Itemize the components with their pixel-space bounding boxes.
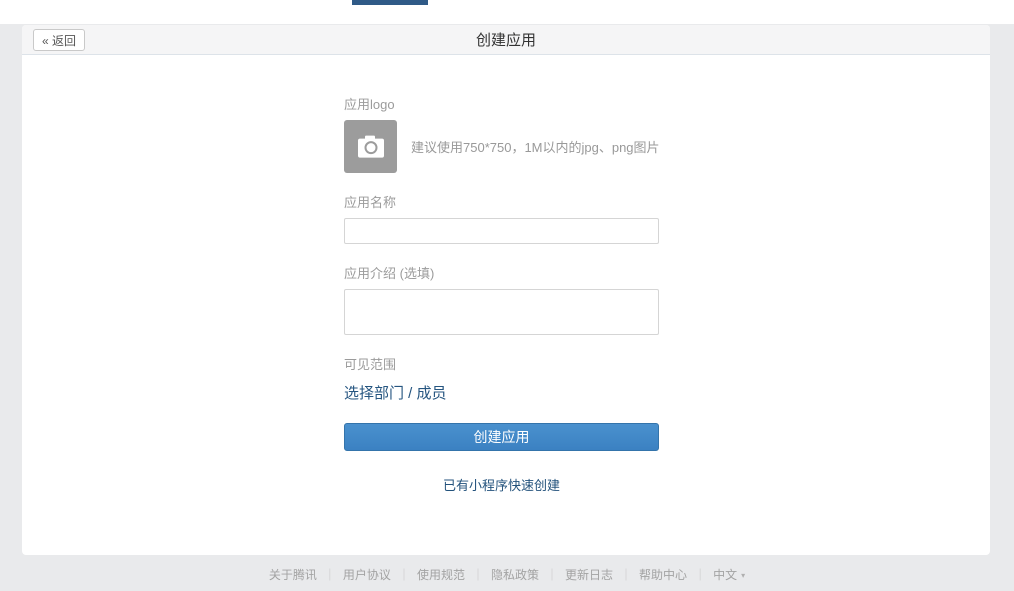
logo-hint: 建议使用750*750，1M以内的jpg、png图片 xyxy=(411,140,660,155)
footer-link-privacy[interactable]: 隐私政策 xyxy=(491,568,539,582)
app-name-label: 应用名称 xyxy=(344,195,397,210)
chevron-down-icon: ▾ xyxy=(741,571,746,580)
footer-link-rules[interactable]: 使用规范 xyxy=(417,568,465,582)
logo-row: 建议使用750*750，1M以内的jpg、png图片 xyxy=(344,120,660,173)
top-tab-band xyxy=(0,0,1014,24)
footer-separator: ｜ xyxy=(323,568,336,582)
panel-header: « 返回 创建应用 xyxy=(22,25,990,55)
footer-link-agreement[interactable]: 用户协议 xyxy=(343,568,391,582)
create-app-panel: « 返回 创建应用 应用logo 建议使用750*750，1M以内的jpg、pn… xyxy=(22,25,990,555)
footer-separator: ｜ xyxy=(397,568,410,582)
app-name-input[interactable] xyxy=(344,218,659,244)
footer-link-about[interactable]: 关于腾讯 xyxy=(269,568,317,582)
back-button[interactable]: « 返回 xyxy=(33,29,86,51)
footer-link-help[interactable]: 帮助中心 xyxy=(639,568,687,582)
camera-icon xyxy=(357,135,384,158)
active-tab-indicator[interactable] xyxy=(352,0,428,5)
footer-bar: 关于腾讯 ｜ 用户协议 ｜ 使用规范 ｜ 隐私政策 ｜ 更新日志 ｜ 帮助中心 ｜ 中文 ▾ xyxy=(0,566,1014,583)
footer-separator: ｜ xyxy=(471,568,484,582)
language-label: 中文 xyxy=(713,568,738,582)
create-app-page: { "page": { "header": { "back_label": "«… xyxy=(0,0,1014,591)
logo-upload[interactable] xyxy=(344,120,397,173)
visibility-label: 可见范围 xyxy=(344,357,397,372)
app-intro-label: 应用介绍 (选填) xyxy=(344,266,435,281)
page-title: 创建应用 xyxy=(475,32,536,49)
footer-separator: ｜ xyxy=(546,568,559,582)
app-intro-textarea[interactable] xyxy=(344,289,659,335)
footer-separator: ｜ xyxy=(694,568,707,582)
create-app-form: 应用logo 建议使用750*750，1M以内的jpg、png图片 应用名称 应… xyxy=(344,97,660,494)
footer-link-changelog[interactable]: 更新日志 xyxy=(565,568,613,582)
create-app-button[interactable]: 创建应用 xyxy=(344,423,659,451)
language-switcher[interactable]: 中文 ▾ xyxy=(713,568,745,582)
quick-create-link[interactable]: 已有小程序快速创建 xyxy=(344,475,659,494)
select-members-link[interactable]: 选择部门 / 成员 xyxy=(344,382,447,403)
footer-separator: ｜ xyxy=(620,568,633,582)
logo-label: 应用logo xyxy=(344,97,395,112)
